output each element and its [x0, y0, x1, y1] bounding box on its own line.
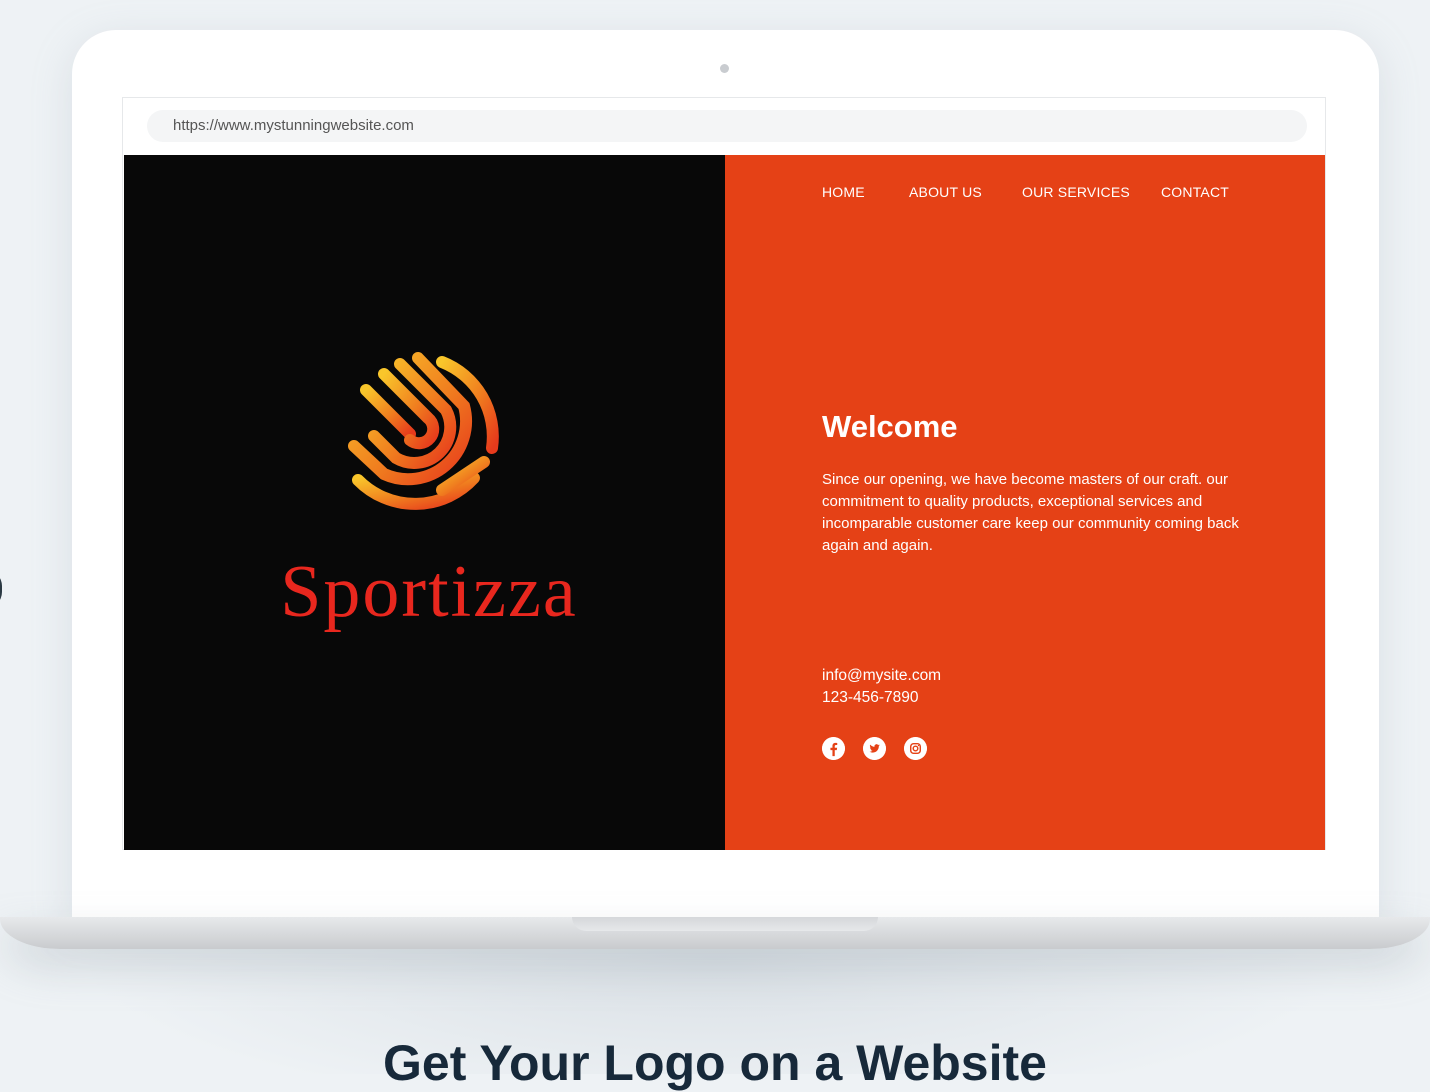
instagram-icon[interactable]: [904, 737, 927, 760]
nav-item-home[interactable]: HOME: [822, 184, 865, 200]
address-bar[interactable]: https://www.mystunningwebsite.com: [147, 110, 1307, 142]
brand-logo-icon: [348, 352, 499, 510]
welcome-description: Since our opening, we have become master…: [822, 471, 1239, 554]
browser-window: https://www.mystunningwebsite.com Sporti…: [122, 97, 1326, 850]
facebook-icon[interactable]: [822, 737, 845, 760]
contact-info: info@mysite.com 123-456-7890: [822, 665, 941, 709]
page-heading: Get Your Logo on a Website: [383, 1035, 1047, 1091]
contact-phone: 123-456-7890: [822, 689, 919, 706]
twitter-icon[interactable]: [863, 737, 886, 760]
brand-name: Sportizza: [280, 551, 578, 633]
nav-item-our-services[interactable]: OUR SERVICES: [1022, 184, 1130, 200]
logo-panel: Sportizza: [124, 155, 725, 850]
camera-dot: [720, 64, 729, 73]
nav-item-about-us[interactable]: ABOUT US: [909, 184, 982, 200]
nav-item-contact[interactable]: CONTACT: [1161, 184, 1229, 200]
laptop-base: [0, 917, 1430, 949]
welcome-title: Welcome: [822, 409, 958, 444]
laptop-screen: https://www.mystunningwebsite.com Sporti…: [72, 30, 1379, 920]
content-panel: HOME ABOUT US OUR SERVICES CONTACT Welco…: [725, 155, 1325, 850]
contact-email[interactable]: info@mysite.com: [822, 665, 941, 687]
website-preview: Sportizza HOME ABOUT US OUR SERVICES CON…: [124, 155, 1325, 850]
laptop-notch: [572, 917, 878, 931]
